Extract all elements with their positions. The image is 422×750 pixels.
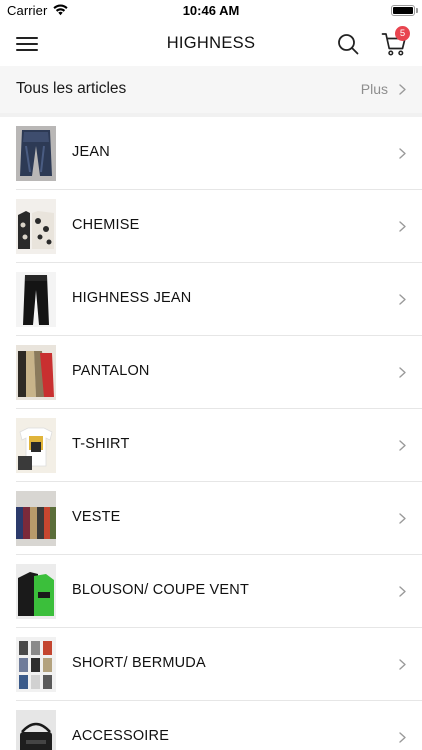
chevron-right-icon: [399, 294, 406, 305]
category-label: HIGHNESS JEAN: [72, 290, 192, 306]
category-row-blouson[interactable]: BLOUSON/ COUPE VENT: [0, 555, 422, 628]
search-icon[interactable]: [337, 33, 359, 55]
category-row-accessoire[interactable]: ACCESSOIRE: [0, 701, 422, 750]
category-label: CHEMISE: [72, 217, 140, 233]
category-row-veste[interactable]: VESTE: [0, 482, 422, 555]
chevron-right-icon: [399, 586, 406, 597]
short-bermuda-thumbnail: [16, 637, 56, 692]
category-row-jean[interactable]: JEAN: [0, 117, 422, 190]
jean-thumbnail: [16, 126, 56, 181]
category-list: JEAN CHEMISE HIGHNESS JEAN PANTALON T-SH…: [0, 117, 422, 750]
chevron-right-icon: [399, 440, 406, 451]
category-row-t-shirt[interactable]: T-SHIRT: [0, 409, 422, 482]
t-shirt-thumbnail: [16, 418, 56, 473]
chevron-right-icon: [399, 84, 406, 95]
category-label: VESTE: [72, 509, 121, 525]
category-label: JEAN: [72, 144, 110, 160]
chevron-right-icon: [399, 221, 406, 232]
chevron-right-icon: [399, 148, 406, 159]
category-label: ACCESSOIRE: [72, 728, 170, 744]
accessoire-thumbnail: [16, 710, 56, 750]
more-link[interactable]: Plus: [361, 81, 388, 97]
all-articles-title: Tous les articles: [16, 80, 127, 97]
chevron-right-icon: [399, 367, 406, 378]
nav-bar: HIGHNESS 5: [0, 22, 422, 66]
category-row-short-bermuda[interactable]: SHORT/ BERMUDA: [0, 628, 422, 701]
hamburger-menu-icon[interactable]: [16, 35, 38, 53]
veste-thumbnail: [16, 491, 56, 546]
category-label: SHORT/ BERMUDA: [72, 655, 206, 671]
chevron-right-icon: [399, 732, 406, 743]
category-label: BLOUSON/ COUPE VENT: [72, 582, 250, 598]
category-row-pantalon[interactable]: PANTALON: [0, 336, 422, 409]
chemise-thumbnail: [16, 199, 56, 254]
category-label: T-SHIRT: [72, 436, 130, 452]
highness-jean-thumbnail: [16, 272, 56, 327]
chevron-right-icon: [399, 659, 406, 670]
chevron-right-icon: [399, 513, 406, 524]
cart-count-badge: 5: [395, 26, 410, 41]
category-label: PANTALON: [72, 363, 150, 379]
all-articles-row[interactable]: Tous les articles Plus: [0, 66, 422, 113]
clock: 10:46 AM: [182, 3, 240, 18]
battery-icon: [391, 5, 415, 16]
category-row-chemise[interactable]: CHEMISE: [0, 190, 422, 263]
category-row-highness-jean[interactable]: HIGHNESS JEAN: [0, 263, 422, 336]
blouson-thumbnail: [16, 564, 56, 619]
battery-tip: [416, 8, 418, 13]
pantalon-thumbnail: [16, 345, 56, 400]
status-bar: Carrier 10:46 AM: [0, 0, 422, 22]
